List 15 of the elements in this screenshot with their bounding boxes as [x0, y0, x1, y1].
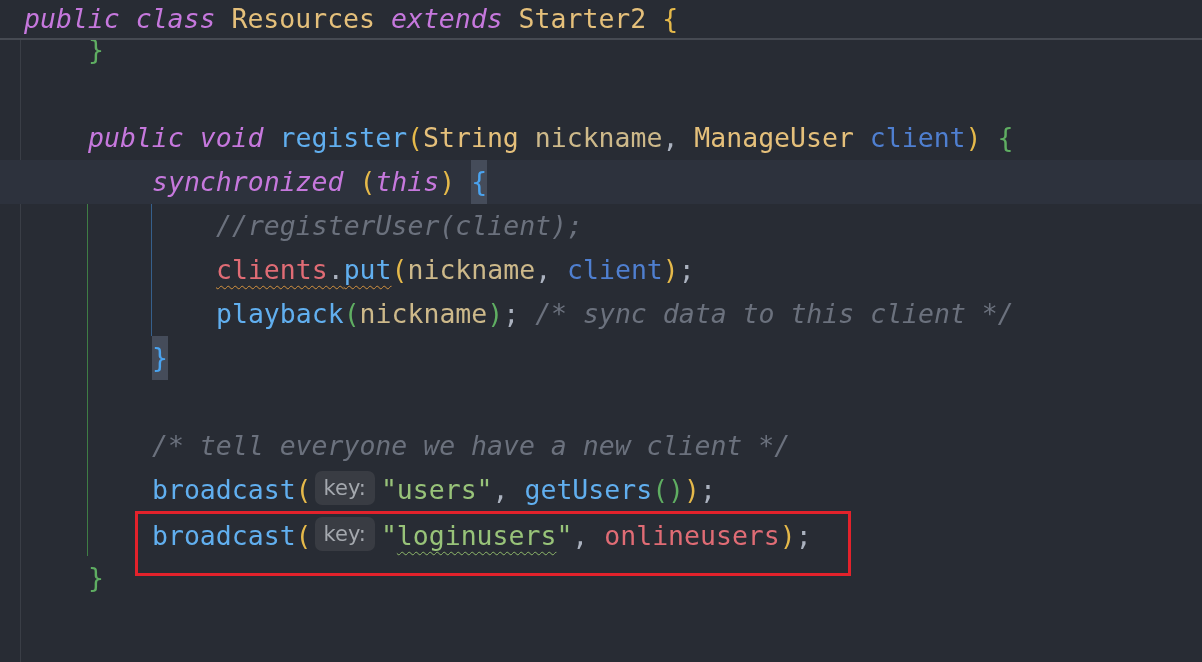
code-text: /* tell everyone we have a new client */: [152, 429, 791, 463]
inlay-hint: key:: [314, 517, 375, 551]
inlay-hint: key:: [314, 471, 375, 505]
code-text: synchronized (this) {: [152, 160, 488, 204]
code-text: broadcast(: [152, 519, 312, 553]
code-text: playback(nickname); /* sync data to this client */: [216, 297, 1014, 331]
code-text: public class Resources extends Starter2 {: [24, 2, 679, 36]
code-text: }: [88, 561, 104, 595]
code-text: "loginusers", onlineusers);: [380, 519, 812, 553]
code-text: broadcast(: [152, 473, 312, 507]
code-text: }: [152, 336, 168, 380]
code-text: "users", getUsers());: [380, 473, 716, 507]
code-text: public void register(String nickname, ManageUser client) {: [88, 121, 1014, 155]
code-text: //registerUser(client);: [216, 209, 583, 243]
code-text: clients.put(nickname, client);: [216, 253, 695, 287]
